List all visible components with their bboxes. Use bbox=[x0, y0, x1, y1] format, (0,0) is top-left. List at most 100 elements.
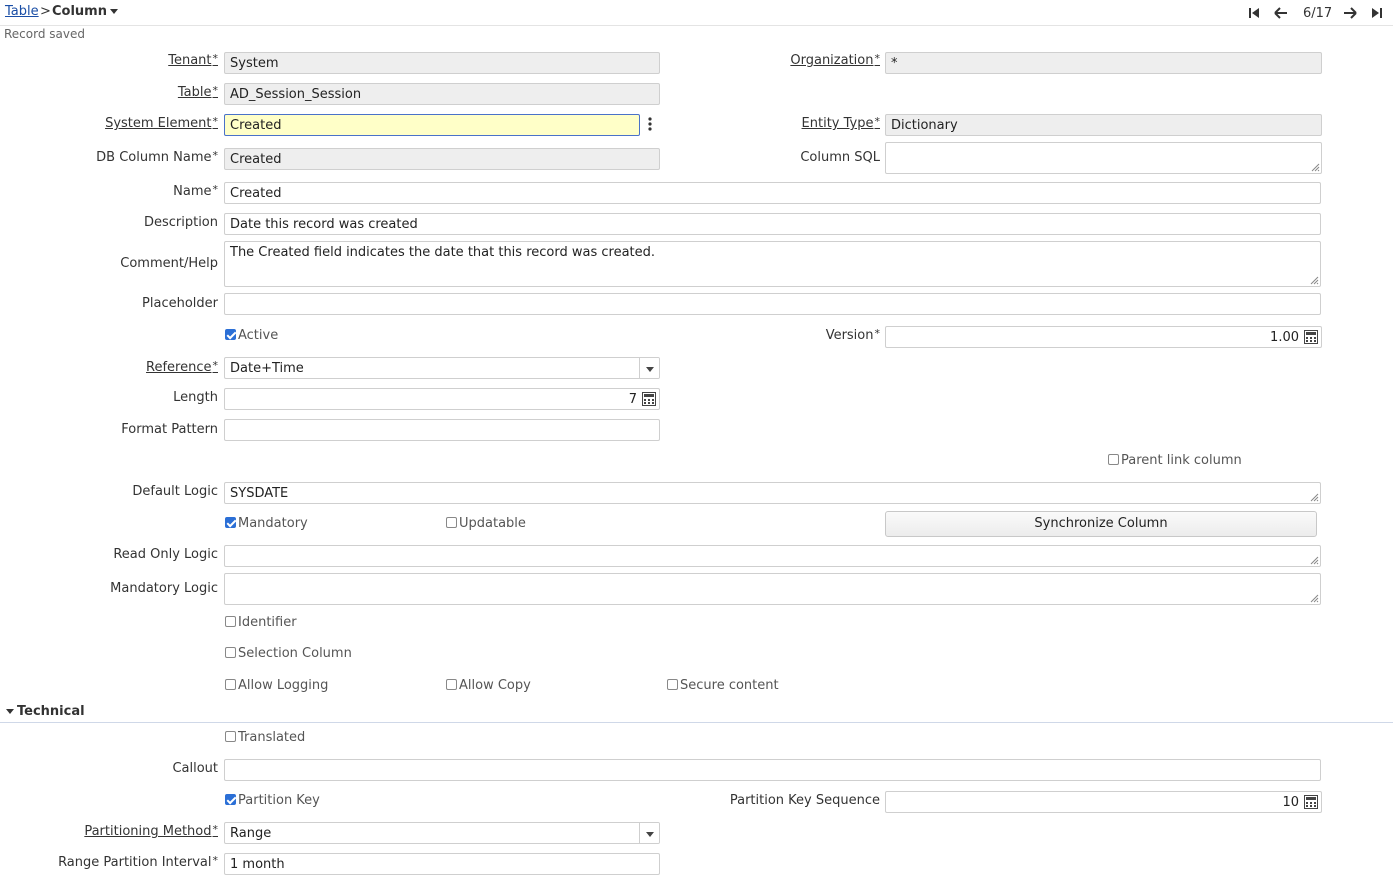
version-input[interactable]: 1.00 bbox=[885, 326, 1322, 348]
chevron-down-icon[interactable] bbox=[639, 358, 659, 378]
checkbox-unchecked-icon bbox=[225, 616, 236, 627]
synchronize-column-button[interactable]: Synchronize Column bbox=[885, 511, 1317, 537]
first-icon bbox=[1249, 8, 1259, 18]
resize-handle-icon[interactable] bbox=[1310, 162, 1320, 172]
comment-help-textarea[interactable]: The Created field indicates the date tha… bbox=[224, 241, 1321, 287]
comment-help-label: Comment/Help bbox=[120, 256, 218, 271]
callout-label: Callout bbox=[172, 761, 218, 776]
calculator-icon[interactable] bbox=[1304, 795, 1318, 809]
tenant-label[interactable]: Tenant* bbox=[168, 52, 218, 68]
more-options-button[interactable] bbox=[641, 114, 659, 136]
checkbox-unchecked-icon bbox=[225, 731, 236, 742]
comment-help-value: The Created field indicates the date tha… bbox=[230, 245, 656, 260]
record-page-indicator: 6/17 bbox=[1303, 6, 1333, 21]
last-icon bbox=[1372, 8, 1382, 18]
db-column-name-field[interactable]: Created bbox=[224, 148, 660, 170]
db-column-name-label: DB Column Name* bbox=[96, 149, 218, 165]
partition-key-sequence-input[interactable]: 10 bbox=[885, 791, 1322, 813]
partitioning-method-select[interactable]: Range bbox=[224, 822, 660, 844]
system-element-label[interactable]: System Element* bbox=[105, 115, 218, 131]
checkbox-unchecked-icon bbox=[1108, 454, 1119, 465]
description-label: Description bbox=[143, 215, 218, 230]
allow-logging-checkbox[interactable]: Allow Logging bbox=[225, 678, 328, 693]
name-label: Name* bbox=[173, 183, 218, 199]
arrow-right-icon bbox=[1344, 7, 1357, 19]
partition-key-sequence-value: 10 bbox=[1282, 795, 1299, 810]
technical-section-title: Technical bbox=[6, 704, 85, 719]
checkbox-unchecked-icon bbox=[446, 679, 457, 690]
checkbox-unchecked-icon bbox=[225, 679, 236, 690]
entity-type-label[interactable]: Entity Type* bbox=[802, 115, 880, 131]
entity-type-field[interactable]: Dictionary bbox=[885, 114, 1322, 136]
checkbox-unchecked-icon bbox=[446, 517, 457, 528]
resize-handle-icon[interactable] bbox=[1309, 492, 1319, 502]
range-partition-interval-input[interactable]: 1 month bbox=[224, 853, 660, 875]
placeholder-label: Placeholder bbox=[142, 296, 218, 311]
translated-checkbox[interactable]: Translated bbox=[225, 730, 305, 745]
kebab-menu-icon bbox=[648, 117, 652, 131]
chevron-down-icon bbox=[109, 9, 118, 14]
technical-section-header[interactable]: Technical bbox=[0, 702, 1393, 723]
default-logic-value: SYSDATE bbox=[230, 486, 289, 501]
breadcrumb-current[interactable]: Column bbox=[52, 4, 118, 19]
partition-key-sequence-label: Partition Key Sequence bbox=[729, 793, 880, 808]
calculator-icon[interactable] bbox=[1304, 330, 1318, 344]
first-record-button[interactable] bbox=[1245, 4, 1263, 22]
secure-content-checkbox[interactable]: Secure content bbox=[667, 678, 779, 693]
organization-field[interactable]: * bbox=[885, 52, 1322, 74]
next-record-button[interactable] bbox=[1341, 4, 1359, 22]
active-checkbox[interactable]: Active bbox=[225, 328, 278, 343]
previous-record-button[interactable] bbox=[1272, 4, 1290, 22]
breadcrumb-table-link[interactable]: Table bbox=[5, 4, 39, 19]
chevron-down-icon[interactable] bbox=[639, 823, 659, 843]
arrow-left-icon bbox=[1274, 7, 1287, 19]
format-pattern-label: Format Pattern bbox=[121, 422, 218, 437]
mandatory-logic-textarea[interactable] bbox=[224, 573, 1321, 605]
checkbox-checked-icon bbox=[225, 794, 236, 805]
name-input[interactable]: Created bbox=[224, 182, 1321, 204]
placeholder-input[interactable] bbox=[224, 293, 1321, 315]
default-logic-label: Default Logic bbox=[132, 484, 218, 499]
partitioning-method-label[interactable]: Partitioning Method* bbox=[84, 823, 218, 839]
breadcrumb-current-label: Column bbox=[52, 4, 107, 19]
length-input[interactable]: 7 bbox=[224, 388, 660, 410]
checkbox-checked-icon bbox=[225, 329, 236, 340]
callout-input[interactable] bbox=[224, 759, 1321, 781]
allow-copy-checkbox[interactable]: Allow Copy bbox=[446, 678, 531, 693]
header-bar: Table > Column 6/17 bbox=[0, 0, 1393, 26]
column-sql-label: Column SQL bbox=[800, 150, 880, 165]
resize-handle-icon[interactable] bbox=[1309, 275, 1319, 285]
description-input[interactable]: Date this record was created bbox=[224, 213, 1321, 235]
mandatory-logic-label: Mandatory Logic bbox=[110, 581, 218, 596]
default-logic-textarea[interactable]: SYSDATE bbox=[224, 482, 1321, 504]
last-record-button[interactable] bbox=[1368, 4, 1386, 22]
organization-label[interactable]: Organization* bbox=[790, 52, 880, 68]
partition-key-checkbox[interactable]: Partition Key bbox=[225, 793, 320, 808]
calculator-icon[interactable] bbox=[642, 392, 656, 406]
reference-select[interactable]: Date+Time bbox=[224, 357, 660, 379]
read-only-logic-textarea[interactable] bbox=[224, 545, 1321, 567]
length-label: Length bbox=[173, 390, 218, 405]
format-pattern-input[interactable] bbox=[224, 419, 660, 441]
checkbox-unchecked-icon bbox=[225, 647, 236, 658]
updatable-checkbox[interactable]: Updatable bbox=[446, 516, 526, 531]
selection-column-checkbox[interactable]: Selection Column bbox=[225, 646, 352, 661]
mandatory-checkbox[interactable]: Mandatory bbox=[225, 516, 308, 531]
reference-value: Date+Time bbox=[230, 361, 304, 376]
partitioning-method-value: Range bbox=[230, 826, 272, 841]
resize-handle-icon[interactable] bbox=[1309, 555, 1319, 565]
checkbox-unchecked-icon bbox=[667, 679, 678, 690]
system-element-input[interactable]: Created bbox=[224, 114, 640, 136]
reference-label[interactable]: Reference* bbox=[146, 359, 218, 375]
checkbox-checked-icon bbox=[225, 517, 236, 528]
status-message: Record saved bbox=[4, 27, 85, 41]
version-value: 1.00 bbox=[1270, 330, 1299, 345]
tenant-field[interactable]: System bbox=[224, 52, 660, 74]
length-value: 7 bbox=[628, 392, 637, 407]
identifier-checkbox[interactable]: Identifier bbox=[225, 615, 297, 630]
table-field[interactable]: AD_Session_Session bbox=[224, 83, 660, 105]
column-sql-textarea[interactable] bbox=[885, 142, 1322, 174]
table-label[interactable]: Table* bbox=[178, 84, 218, 100]
resize-handle-icon[interactable] bbox=[1309, 593, 1319, 603]
parent-link-column-checkbox[interactable]: Parent link column bbox=[1108, 453, 1242, 468]
